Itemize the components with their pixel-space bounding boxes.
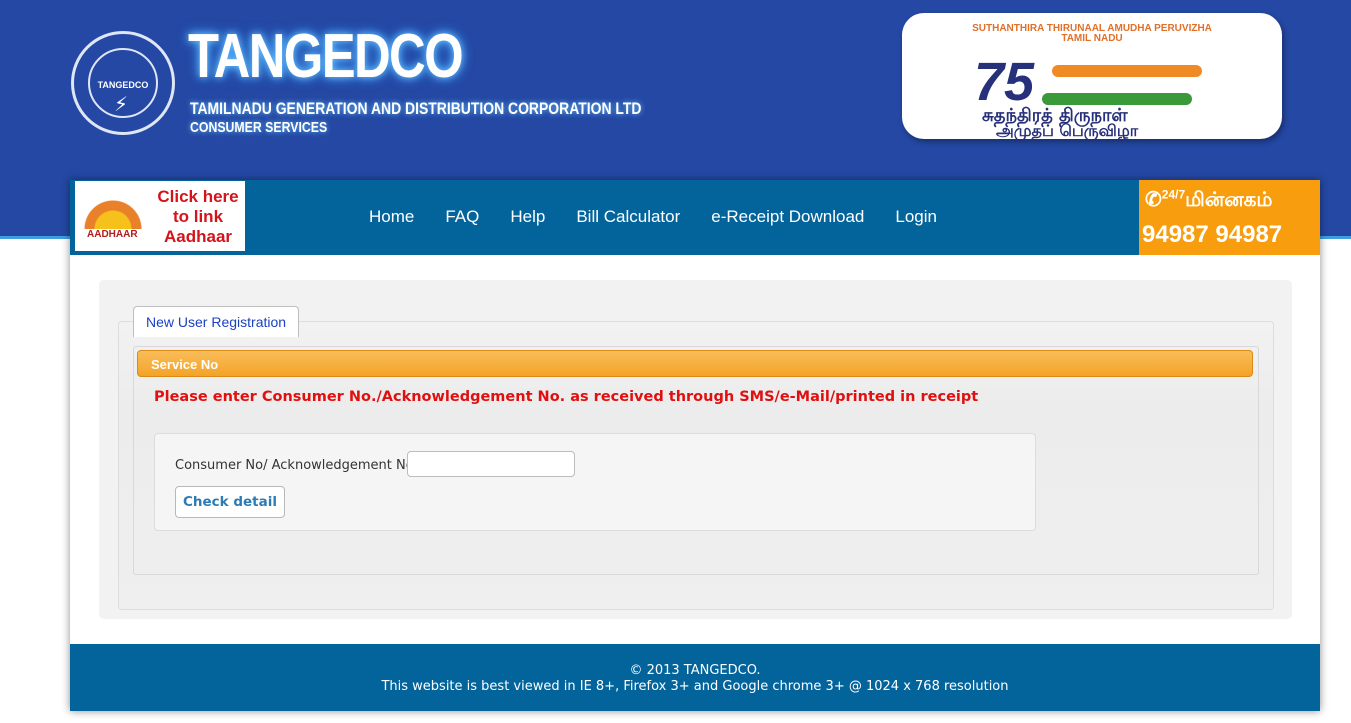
consumer-no-label: Consumer No/ Acknowledgement No (175, 458, 414, 473)
helpline-number: 94987 94987 (1142, 221, 1283, 248)
nav-bill-calculator[interactable]: Bill Calculator (576, 207, 680, 227)
lightning-icon: ⚡ (114, 92, 129, 116)
nav-help[interactable]: Help (510, 207, 545, 227)
nav-login[interactable]: Login (895, 207, 937, 227)
footer-copyright: © 2013 TANGEDCO. (629, 663, 761, 678)
aadhaar-link-banner[interactable]: AADHAAR Click here to link Aadhaar (75, 181, 245, 251)
nav-faq[interactable]: FAQ (445, 207, 479, 227)
phone-icon: ✆ (1145, 189, 1162, 211)
main-container: AADHAAR Click here to link Aadhaar Home … (70, 180, 1320, 711)
footer-note: This website is best viewed in IE 8+, Fi… (381, 679, 1009, 694)
nav-home[interactable]: Home (369, 207, 414, 227)
indian-flag-icon (1032, 65, 1222, 105)
main-panel: New User Registration Service No Please … (99, 280, 1292, 619)
badge-line2: TAMIL NADU (1061, 33, 1123, 44)
brand-tagline: CONSUMER SERVICES (190, 119, 328, 136)
minnagam-helpline-banner[interactable]: ✆24/7மின்னகம் 94987 94987 (1139, 180, 1320, 255)
aadhaar-sun-icon (81, 189, 145, 229)
logo-text: TANGEDCO (97, 80, 149, 90)
form-box: Consumer No/ Acknowledgement No Check de… (154, 433, 1036, 531)
tab-content: Service No Please enter Consumer No./Ack… (133, 346, 1259, 575)
helpline-title: ✆24/7மின்னகம் (1145, 187, 1273, 214)
brand-subtitle: TAMILNADU GENERATION AND DISTRIBUTION CO… (190, 99, 642, 118)
footer: © 2013 TANGEDCO. This website is best vi… (70, 644, 1320, 711)
badge-tamil-line2: அமுதப் பெருவிழா (996, 121, 1139, 140)
check-detail-button[interactable]: Check detail (175, 486, 285, 518)
consumer-no-input[interactable] (407, 451, 575, 477)
aadhaar-mark: AADHAAR (87, 229, 138, 240)
tab-new-user-registration[interactable]: New User Registration (133, 306, 300, 337)
helpline-title-text: மின்னகம் (1185, 189, 1273, 211)
navbar: AADHAAR Click here to link Aadhaar Home … (70, 180, 1320, 255)
section-header-service-no: Service No (137, 350, 1253, 377)
tangedco-logo[interactable]: TANGEDCO ⚡ (71, 31, 175, 135)
instruction-text: Please enter Consumer No./Acknowledgemen… (154, 389, 979, 405)
aadhaar-link-text: Click here to link Aadhaar (157, 187, 239, 246)
badge-75-number: 75 (974, 52, 1035, 112)
nav-menu: Home FAQ Help Bill Calculator e-Receipt … (369, 207, 937, 227)
brand-title: TANGEDCO (188, 22, 464, 91)
helpline-tag: 24/7 (1161, 187, 1186, 202)
nav-ereceipt-download[interactable]: e-Receipt Download (711, 207, 864, 227)
amudha-peruvizha-badge: SUTHANTHIRA THIRUNAAL AMUDHA PERUVIZHA T… (902, 13, 1282, 140)
